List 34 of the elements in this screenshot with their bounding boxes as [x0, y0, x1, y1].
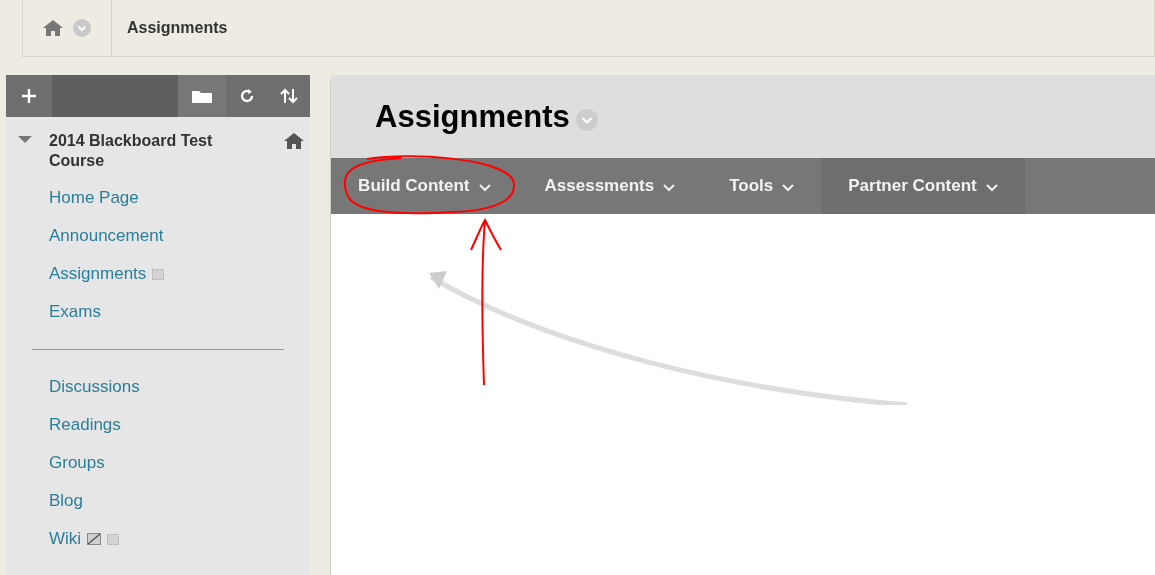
- course-menu-link[interactable]: Groups: [49, 450, 105, 476]
- course-menu-link[interactable]: Blog: [49, 488, 84, 514]
- course-menu-link[interactable]: Announcement: [49, 223, 164, 249]
- folder-icon: [192, 89, 213, 103]
- sort-arrows-icon: [280, 88, 299, 104]
- chevron-down-icon: [663, 183, 676, 192]
- folder-button[interactable]: [178, 75, 227, 117]
- chevron-down-icon: [782, 183, 795, 192]
- home-icon[interactable]: [284, 133, 305, 149]
- menu-button[interactable]: Assessments: [517, 158, 703, 214]
- chevron-down-icon: [985, 183, 998, 192]
- hidden-square-icon: [107, 533, 120, 545]
- breadcrumb-current: Assignments: [127, 18, 228, 38]
- plus-icon: [22, 89, 36, 103]
- menu-button[interactable]: Tools: [702, 158, 822, 214]
- page-title: Assignments: [375, 98, 570, 137]
- course-menu-link[interactable]: Assignments: [49, 261, 147, 287]
- course-menu-link[interactable]: Readings: [49, 412, 121, 438]
- refresh-button[interactable]: [226, 75, 269, 117]
- home-icon[interactable]: [43, 20, 63, 36]
- chevron-down-icon: [478, 183, 491, 192]
- course-menu-link[interactable]: Wiki: [49, 526, 82, 552]
- hidden-square-icon: [152, 268, 165, 280]
- sort-button[interactable]: [268, 75, 311, 117]
- add-button[interactable]: [6, 75, 52, 117]
- menu-button[interactable]: Build Content: [331, 158, 518, 214]
- course-menu-link[interactable]: Exams: [49, 299, 101, 325]
- collapse-triangle-icon[interactable]: [18, 136, 32, 144]
- course-menu-link[interactable]: Home Page: [49, 185, 139, 211]
- refresh-icon: [239, 88, 256, 104]
- course-menu-link[interactable]: Discussions: [49, 374, 140, 400]
- course-title: 2014 Blackboard Test Course: [49, 131, 214, 171]
- slashed-square-icon: [87, 533, 102, 545]
- menu-button[interactable]: Partner Content: [821, 158, 1025, 214]
